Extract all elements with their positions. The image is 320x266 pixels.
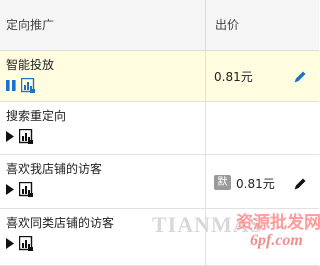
table-row: 搜索重定向 xyxy=(0,102,319,155)
bid-price: 0.81元 xyxy=(236,177,275,191)
report-chart-icon[interactable] xyxy=(19,128,33,144)
column-divider xyxy=(205,155,206,208)
column-divider xyxy=(205,0,206,50)
table-row: 智能投放 0.81元 xyxy=(0,51,319,102)
column-divider xyxy=(205,51,206,101)
bid-price: 0.81元 xyxy=(214,70,253,84)
row-controls xyxy=(5,128,33,144)
play-icon[interactable] xyxy=(5,183,15,196)
table-header: 定向推广 出价 xyxy=(0,0,319,51)
pause-icon[interactable] xyxy=(5,79,17,92)
report-chart-icon[interactable] xyxy=(19,181,33,197)
targeting-name: 喜欢我店铺的访客 xyxy=(6,162,103,176)
targeting-name: 智能投放 xyxy=(6,58,55,72)
row-controls xyxy=(5,181,33,197)
column-header-bid: 出价 xyxy=(215,18,240,32)
table-row: 喜欢我店铺的访客 默 0.81元 xyxy=(0,155,319,209)
default-bid-badge: 默 xyxy=(214,175,231,190)
targeting-table: 定向推广 出价 智能投放 0.81元 搜索重定向 喜欢我店铺的访客 默 0.81… xyxy=(0,0,319,266)
column-header-targeting: 定向推广 xyxy=(6,18,55,32)
report-chart-icon[interactable] xyxy=(21,77,35,93)
row-controls xyxy=(5,77,35,93)
edit-pencil-icon[interactable] xyxy=(293,177,307,191)
play-icon[interactable] xyxy=(5,237,15,250)
edit-pencil-icon[interactable] xyxy=(293,70,307,84)
targeting-name: 喜欢同类店铺的访客 xyxy=(6,216,115,230)
report-chart-icon[interactable] xyxy=(19,235,33,251)
column-divider xyxy=(205,209,206,265)
play-icon[interactable] xyxy=(5,130,15,143)
column-divider xyxy=(205,102,206,154)
targeting-name: 搜索重定向 xyxy=(6,109,67,123)
row-controls xyxy=(5,235,33,251)
table-row: 喜欢同类店铺的访客 xyxy=(0,209,319,266)
